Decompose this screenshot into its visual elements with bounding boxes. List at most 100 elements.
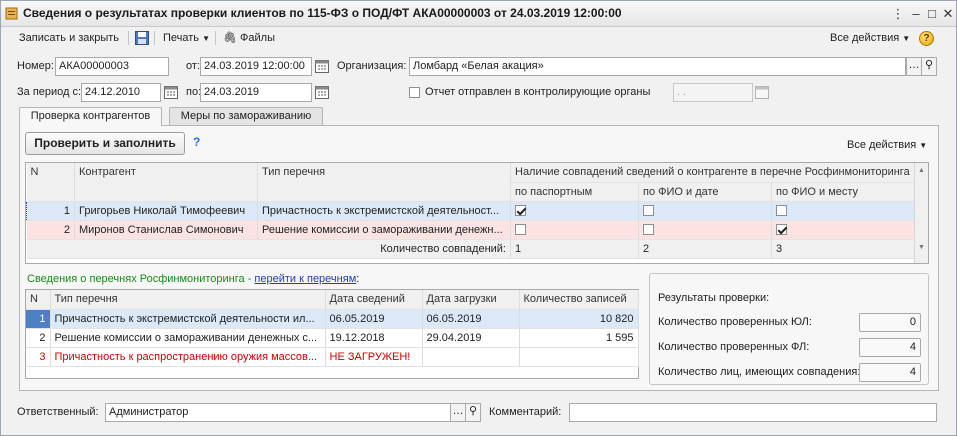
help-mark-icon[interactable]: ?: [193, 135, 200, 149]
matched-value: 4: [859, 363, 921, 382]
check-and-fill-button[interactable]: Проверить и заполнить: [25, 132, 185, 155]
name-date-match-cell[interactable]: [638, 220, 772, 240]
row-number: 2: [26, 220, 75, 240]
comment-field[interactable]: [569, 403, 937, 422]
info-date[interactable]: 19.12.2018: [325, 328, 423, 348]
col-by-name-date[interactable]: по ФИО и дате: [638, 182, 772, 202]
records-count[interactable]: [519, 347, 639, 367]
col-by-name-place[interactable]: по ФИО и месту: [771, 182, 916, 202]
list-type[interactable]: Причастность к распространению оружия ма…: [50, 347, 326, 367]
load-date[interactable]: 29.04.2019: [422, 328, 520, 348]
go-to-lists-link[interactable]: перейти к перечням: [254, 273, 356, 285]
table-row[interactable]: 1 Григорьев Николай Тимофеевич Причастно…: [26, 201, 916, 221]
period-from-field[interactable]: 24.12.2010: [81, 83, 161, 102]
period-from-label: За период с:: [17, 86, 82, 98]
calendar-icon[interactable]: [315, 59, 329, 73]
calendar-icon[interactable]: [315, 85, 329, 99]
table-all-actions-menu[interactable]: Все действия ▼: [847, 136, 927, 154]
report-sent-date-field: . .: [673, 83, 753, 102]
files-button[interactable]: 🖇 Файлы: [223, 29, 275, 47]
save-icon[interactable]: [135, 31, 149, 45]
help-icon[interactable]: ?: [919, 31, 934, 46]
results-group: Результаты проверки: Количество проверен…: [649, 273, 929, 385]
scroll-down-icon[interactable]: ▼: [915, 244, 928, 251]
tab-freeze-measures[interactable]: Меры по замораживанию: [169, 107, 323, 125]
counterparty-name[interactable]: Миронов Станислав Симонович: [74, 220, 258, 240]
tab-counterparty-check[interactable]: Проверка контрагентов: [19, 107, 162, 126]
col-info-date[interactable]: Дата сведений: [325, 290, 423, 310]
responsible-label: Ответственный:: [17, 406, 99, 418]
col-n[interactable]: N: [26, 163, 75, 202]
window-title: Сведения о результатах проверки клиентов…: [23, 6, 622, 20]
scroll-up-icon[interactable]: ▲: [915, 167, 928, 174]
records-count[interactable]: 1 595: [519, 328, 639, 348]
counterparty-table: N Контрагент Тип перечня Наличие совпаде…: [25, 162, 929, 264]
passport-match-checkbox[interactable]: [515, 224, 526, 236]
organization-label: Организация:: [337, 60, 407, 72]
print-menu-button[interactable]: Печать ▼: [163, 29, 210, 47]
files-label: Файлы: [240, 32, 275, 44]
name-date-match-checkbox[interactable]: [643, 224, 654, 236]
list-type[interactable]: Причастность к экстремистской деятельнос…: [257, 201, 511, 221]
load-date[interactable]: 06.05.2019: [422, 309, 520, 329]
row-number: 1: [26, 201, 75, 221]
col-records[interactable]: Количество записей: [519, 290, 639, 310]
name-place-match-checkbox[interactable]: [776, 224, 787, 236]
calendar-icon[interactable]: [164, 85, 178, 99]
lists-info-prefix: Сведения о перечнях Росфинмониторинга -: [27, 273, 255, 285]
info-date[interactable]: НЕ ЗАГРУЖЕН!: [325, 347, 423, 367]
table-row[interactable]: 2 Решение комиссии о замораживании денеж…: [26, 328, 639, 348]
records-count[interactable]: 10 820: [519, 309, 639, 329]
number-field[interactable]: АКА00000003: [55, 57, 169, 76]
name-date-match-checkbox[interactable]: [643, 205, 654, 217]
save-close-button[interactable]: Записать и закрыть: [19, 29, 119, 47]
menu-dots-icon[interactable]: ⋮: [889, 5, 907, 22]
responsible-field[interactable]: Администратор: [105, 403, 451, 422]
table-scrollbar[interactable]: ▲ ▼: [914, 163, 928, 263]
search-icon[interactable]: ⚲: [921, 57, 937, 76]
col-counterparty[interactable]: Контрагент: [74, 163, 258, 202]
paperclip-icon: 🖇: [223, 32, 237, 44]
col-list-type[interactable]: Тип перечня: [257, 163, 511, 202]
all-actions-menu[interactable]: Все действия ▼: [830, 29, 910, 47]
name-place-match-cell[interactable]: [771, 220, 916, 240]
name-date-match-cell[interactable]: [638, 201, 772, 221]
col-by-passport[interactable]: по паспортным: [510, 182, 639, 202]
dropdown-arrow-icon: ▼: [919, 141, 928, 150]
checked-individual-label: Количество проверенных ФЛ:: [658, 341, 810, 353]
organization-field[interactable]: Ломбард «Белая акация»: [409, 57, 906, 76]
name-date-matches-count: 2: [638, 239, 772, 259]
passport-match-cell[interactable]: [510, 220, 639, 240]
col-load-date[interactable]: Дата загрузки: [422, 290, 520, 310]
matched-label: Количество лиц, имеющих совпадения:: [658, 366, 861, 378]
load-date[interactable]: [422, 347, 520, 367]
toolbar-separator: [128, 31, 129, 45]
document-icon: [5, 7, 18, 20]
report-sent-checkbox[interactable]: [409, 86, 420, 98]
period-to-field[interactable]: 24.03.2019: [200, 83, 312, 102]
report-sent-label: Отчет отправлен в контролирующие органы: [425, 86, 651, 98]
col-n[interactable]: N: [26, 290, 51, 310]
close-icon[interactable]: ✕: [939, 5, 957, 22]
table-row[interactable]: 3 Причастность к распространению оружия …: [26, 347, 639, 367]
list-type[interactable]: Решение комиссии о замораживании денежны…: [50, 328, 326, 348]
row-number: 1: [26, 309, 51, 329]
table-row[interactable]: 1 Причастность к экстремистской деятельн…: [26, 309, 639, 329]
select-dots-icon[interactable]: …: [450, 403, 466, 422]
col-list-type[interactable]: Тип перечня: [50, 290, 326, 310]
list-type[interactable]: Причастность к экстремистской деятельнос…: [50, 309, 326, 329]
passport-match-cell[interactable]: [510, 201, 639, 221]
results-title: Результаты проверки:: [658, 292, 770, 304]
passport-match-checkbox[interactable]: [515, 205, 526, 217]
document-date-field[interactable]: 24.03.2019 12:00:00: [200, 57, 312, 76]
search-icon[interactable]: ⚲: [465, 403, 481, 422]
counterparty-name[interactable]: Григорьев Николай Тимофеевич: [74, 201, 258, 221]
table-row[interactable]: 2 Миронов Станислав Симонович Решение ко…: [26, 220, 916, 240]
info-date[interactable]: 06.05.2019: [325, 309, 423, 329]
document-window: Сведения о результатах проверки клиентов…: [0, 0, 957, 436]
name-place-match-checkbox[interactable]: [776, 205, 787, 217]
name-place-match-cell[interactable]: [771, 201, 916, 221]
select-dots-icon[interactable]: …: [906, 57, 922, 76]
dropdown-arrow-icon: ▼: [902, 34, 911, 43]
list-type[interactable]: Решение комиссии о замораживании денежн.…: [257, 220, 511, 240]
